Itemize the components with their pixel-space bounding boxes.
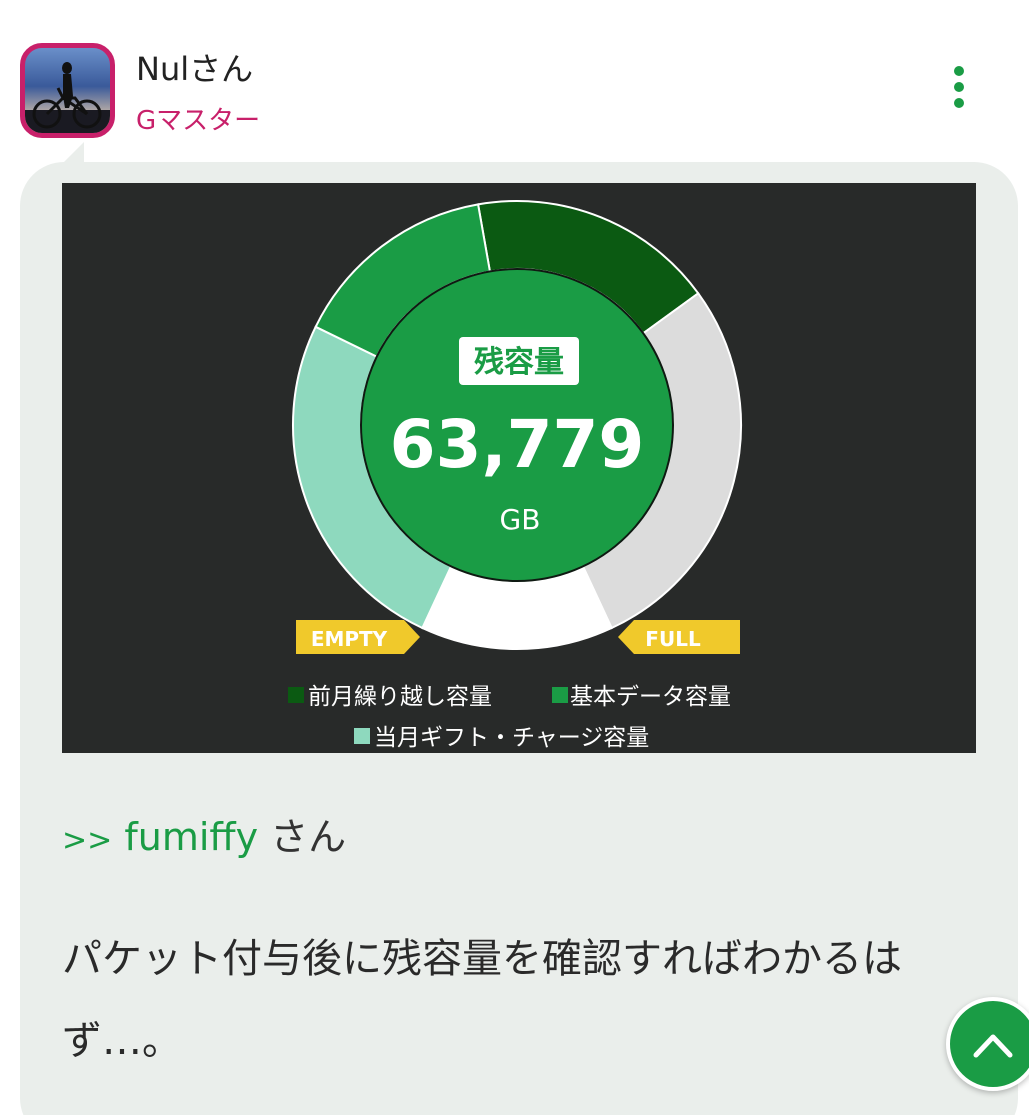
- data-capacity-figure: 残容量 63,779 GB EMPTY FULL 前月繰り越し容量 基本データ容…: [62, 183, 976, 753]
- user-rank-badge: Gマスター: [136, 106, 261, 136]
- kebab-icon[interactable]: [948, 66, 970, 110]
- capacity-donut-graphic: 残容量 63,779 GB EMPTY FULL 前月繰り越し容量 基本データ容…: [288, 200, 742, 751]
- reply-mention[interactable]: >> fumiffy さん: [62, 806, 346, 861]
- center-label: 残容量: [474, 345, 564, 380]
- chevron-up-icon: [973, 1034, 1013, 1058]
- bubble-tail: [62, 142, 84, 164]
- center-unit: GB: [500, 503, 541, 536]
- post-body: パケット付与後に残容量を確認すればわかるはず…。: [62, 936, 902, 1064]
- scroll-to-top-button[interactable]: [946, 997, 1029, 1091]
- cyclist-silhouette-icon: [25, 62, 110, 133]
- legend-swatch-basic: [552, 687, 568, 703]
- user-avatar[interactable]: [20, 43, 115, 138]
- full-tag-label: FULL: [645, 627, 701, 651]
- legend-gift: 当月ギフト・チャージ容量: [374, 725, 649, 751]
- legend-swatch-carryover: [288, 687, 304, 703]
- legend-basic: 基本データ容量: [570, 684, 731, 710]
- empty-tag-label: EMPTY: [311, 627, 388, 651]
- reply-handle[interactable]: fumiffy: [124, 815, 258, 859]
- user-name[interactable]: Nulさん: [136, 44, 253, 90]
- legend-carryover: 前月繰り越し容量: [308, 684, 492, 710]
- center-value: 63,779: [390, 406, 645, 483]
- legend-swatch-gift: [354, 728, 370, 744]
- reply-suffix: さん: [258, 815, 347, 859]
- reply-arrow: >>: [62, 823, 113, 858]
